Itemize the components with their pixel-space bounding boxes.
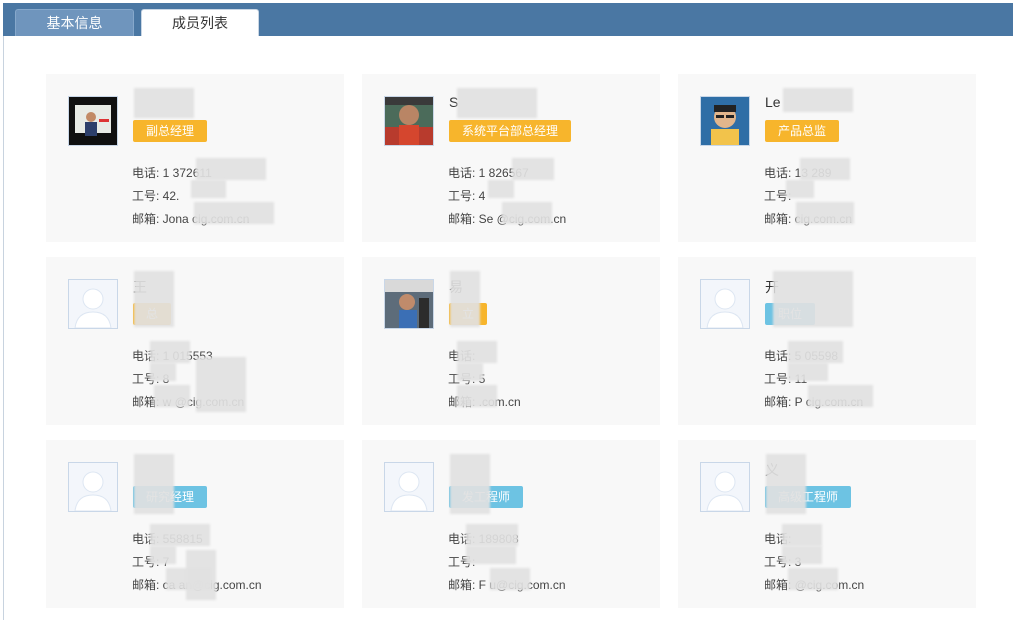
email-label: 邮箱: — [448, 578, 479, 592]
privacy-blur — [457, 341, 497, 363]
privacy-blur — [502, 202, 552, 224]
privacy-blur — [150, 341, 190, 363]
privacy-blur — [154, 385, 190, 407]
phone-label: 电话: — [764, 166, 795, 180]
employee-number-row: 工号: 42. — [132, 187, 179, 204]
privacy-blur — [782, 546, 822, 564]
privacy-blur — [512, 158, 554, 180]
privacy-blur — [782, 524, 822, 546]
employee-number-label: 工号: — [132, 189, 163, 203]
email-label: 邮箱: — [764, 212, 795, 226]
avatar[interactable] — [700, 279, 750, 329]
member-card[interactable]: 发工程师 电话: 189808 工号: 邮箱: F u@cig.com.cn — [362, 440, 660, 608]
privacy-blur — [796, 202, 854, 224]
privacy-blur — [150, 524, 210, 546]
avatar[interactable] — [384, 96, 434, 146]
privacy-blur — [196, 158, 266, 180]
email-label: 邮箱: — [764, 395, 795, 409]
avatar[interactable] — [700, 96, 750, 146]
employee-number-label: 工号: — [448, 189, 479, 203]
avatar[interactable] — [68, 96, 118, 146]
member-list-panel: 副总经理 电话: 1 372611 工号: 42. 邮箱: Jona cig.c… — [3, 36, 1013, 620]
member-card[interactable]: 义 高级工程师 电话: 工号: 3 邮箱: @cig.com.cn — [678, 440, 976, 608]
privacy-blur — [186, 550, 216, 600]
privacy-blur — [150, 546, 176, 564]
privacy-blur — [191, 180, 226, 198]
privacy-blur — [788, 568, 838, 590]
privacy-blur — [134, 454, 174, 514]
privacy-blur — [783, 88, 853, 112]
privacy-blur — [457, 88, 537, 118]
email-label: 邮箱: — [132, 578, 163, 592]
member-card[interactable]: 王 总 电话: 1 015553 工号: 8 邮箱: w @cig.com.cn — [46, 257, 344, 425]
privacy-blur — [766, 454, 806, 514]
privacy-blur — [490, 568, 530, 590]
email-label: 邮箱: — [132, 212, 163, 226]
avatar[interactable] — [68, 279, 118, 329]
privacy-blur — [786, 180, 814, 198]
privacy-blur — [800, 158, 850, 180]
avatar[interactable] — [700, 462, 750, 512]
tab-basic-info[interactable]: 基本信息 — [15, 9, 134, 36]
member-card[interactable]: 易 立 电话: 工号: 5 邮箱: .com.cn — [362, 257, 660, 425]
privacy-blur — [788, 363, 828, 381]
privacy-blur — [466, 524, 518, 546]
employee-number-row: 工号: 4 — [448, 187, 485, 204]
avatar[interactable] — [384, 279, 434, 329]
avatar[interactable] — [68, 462, 118, 512]
phone-label: 电话: — [132, 166, 163, 180]
employee-number-value: 42. — [162, 189, 180, 203]
employee-number-value: 4 — [478, 189, 486, 203]
position-badge: 系统平台部总经理 — [449, 120, 572, 142]
phone-label: 电话: — [448, 166, 479, 180]
privacy-blur — [488, 180, 514, 198]
member-card[interactable]: S 系统平台部总经理 电话: 1 826567 工号: 4 邮箱: Se @ci… — [362, 74, 660, 242]
member-name[interactable]: Le — [765, 94, 781, 112]
position-badge: 副总经理 — [133, 120, 208, 142]
position-badge: 产品总监 — [765, 120, 840, 142]
privacy-blur — [450, 271, 480, 327]
privacy-blur — [466, 546, 516, 564]
privacy-blur — [457, 385, 497, 407]
privacy-blur — [194, 202, 274, 224]
privacy-blur — [450, 454, 490, 514]
member-card[interactable]: 开 职位 电话: 5 05598 工号: 11 邮箱: P cig.com.cn — [678, 257, 976, 425]
member-card[interactable]: 研究经理 电话: 558815 工号: 7 邮箱: ca an@cig.com.… — [46, 440, 344, 608]
member-card[interactable]: 副总经理 电话: 1 372611 工号: 42. 邮箱: Jona cig.c… — [46, 74, 344, 242]
member-card[interactable]: Le 产品总监 电话: 13 289 工号: 邮箱: cig.com.cn — [678, 74, 976, 242]
privacy-blur — [134, 271, 174, 327]
privacy-blur — [773, 271, 853, 327]
privacy-blur — [457, 363, 483, 381]
tab-member-list[interactable]: 成员列表 — [141, 9, 259, 37]
tab-bar: 基本信息 成员列表 — [3, 3, 1013, 37]
email-label: 邮箱: — [448, 212, 479, 226]
privacy-blur — [134, 88, 194, 118]
privacy-blur — [150, 363, 176, 381]
privacy-blur — [788, 341, 843, 363]
privacy-blur — [196, 357, 246, 412]
privacy-blur — [808, 385, 873, 407]
avatar[interactable] — [384, 462, 434, 512]
